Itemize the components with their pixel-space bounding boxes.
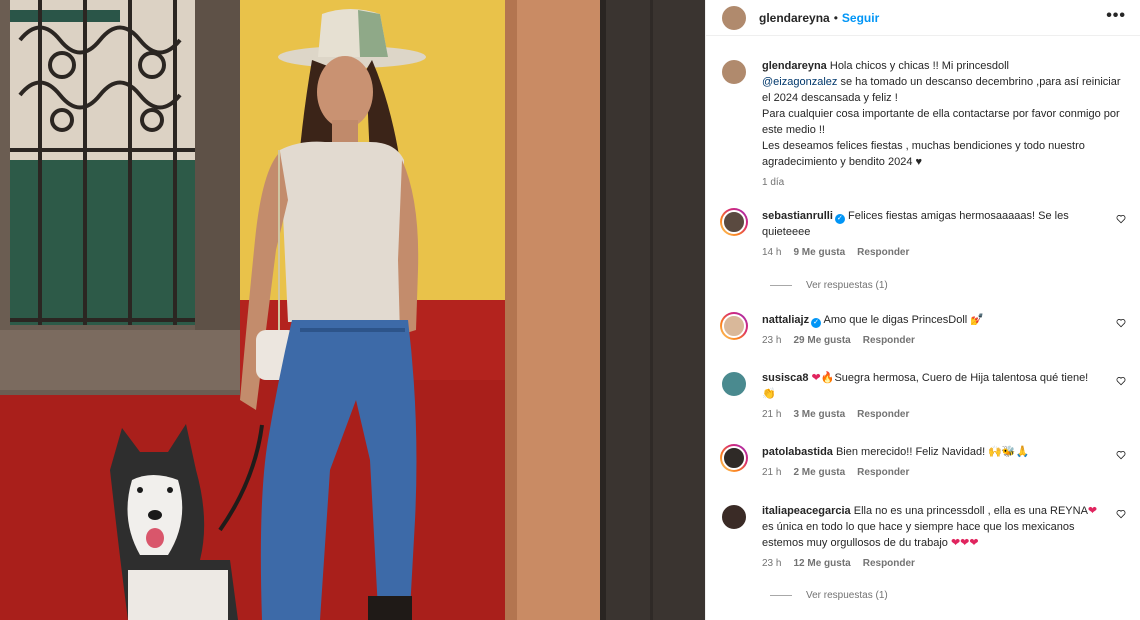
comment-time[interactable]: 23 h xyxy=(762,556,781,572)
caption: glendareyna Hola chicos y chicas !! Mi p… xyxy=(720,58,1126,191)
caption-time[interactable]: 1 día xyxy=(762,175,784,191)
reply-button[interactable]: Responder xyxy=(857,407,909,423)
comment-likes[interactable]: 2 Me gusta xyxy=(793,465,845,481)
reply-button[interactable]: Responder xyxy=(857,245,909,261)
comment-avatar[interactable] xyxy=(720,444,748,472)
comment-avatar[interactable] xyxy=(720,370,748,398)
caption-username[interactable]: glendareyna xyxy=(762,60,827,72)
author-avatar[interactable] xyxy=(720,3,748,32)
comment-time[interactable]: 21 h xyxy=(762,465,781,481)
view-replies-button[interactable]: Ver respuestas (1) xyxy=(770,280,888,291)
comment-avatar[interactable] xyxy=(720,208,748,236)
post-image xyxy=(0,0,705,620)
comment-username[interactable]: susisca8 xyxy=(762,372,808,384)
comment-time[interactable]: 23 h xyxy=(762,333,781,349)
author-username[interactable]: glendareyna xyxy=(759,11,830,25)
comment-username[interactable]: nattaliajz xyxy=(762,314,809,326)
comment-username[interactable]: sebastianrulli xyxy=(762,210,833,222)
comment-item: susisca8 ❤🔥Suegra hermosa, Cuero de Hija… xyxy=(720,370,1126,423)
view-replies-label: Ver respuestas (1) xyxy=(806,280,888,291)
comment-time[interactable]: 21 h xyxy=(762,407,781,423)
comment-text: Bien merecido!! Feliz Navidad! xyxy=(835,446,986,458)
comment-text-b: es única en todo lo que hace y siempre h… xyxy=(762,521,1075,549)
comments-panel: glendareyna • Seguir ••• glendareyna Hol… xyxy=(705,0,1140,620)
comment-item: italiapeacegarcia Ella no es una princes… xyxy=(720,503,1126,572)
caption-mention[interactable]: @eizagonzalez xyxy=(762,76,837,88)
heart-outline-icon[interactable] xyxy=(1116,318,1126,328)
reply-button[interactable]: Responder xyxy=(857,465,909,481)
heart-outline-icon[interactable] xyxy=(1116,509,1126,519)
heart-outline-icon[interactable] xyxy=(1116,450,1126,460)
heart-outline-icon[interactable] xyxy=(1116,214,1126,224)
reply-button[interactable]: Responder xyxy=(863,556,915,572)
comment-avatar[interactable] xyxy=(720,312,748,340)
comment-avatar[interactable] xyxy=(720,503,748,531)
view-replies-label: Ver respuestas (1) xyxy=(806,590,888,601)
comment-likes[interactable]: 3 Me gusta xyxy=(793,407,845,423)
comment-item: nattaliajz ✓ Amo que le digas PrincesDoll… xyxy=(720,312,1126,349)
caption-text-3: Para cualquier cosa importante de ella c… xyxy=(762,108,1120,136)
caption-text-1: Hola chicos y chicas !! Mi princesdoll xyxy=(829,60,1009,72)
nail-polish-emoji: 💅 xyxy=(970,313,984,326)
replies-line xyxy=(770,285,792,286)
separator-dot: • xyxy=(833,10,838,25)
clap-emoji: 👏 xyxy=(762,387,776,400)
heart-fire-emoji: ❤🔥 xyxy=(811,371,835,384)
comment-username[interactable]: patolabastida xyxy=(762,446,833,458)
celebration-emoji: 🙌🐝🙏 xyxy=(988,445,1030,458)
verified-badge-icon: ✓ xyxy=(834,214,845,224)
comment-item: patolabastida Bien merecido!! Feliz Navi… xyxy=(720,444,1126,481)
follow-button[interactable]: Seguir xyxy=(842,11,879,25)
comment-username[interactable]: italiapeacegarcia xyxy=(762,505,851,517)
comment-likes[interactable]: 9 Me gusta xyxy=(793,245,845,261)
heart-outline-icon[interactable] xyxy=(1116,376,1126,386)
verified-badge-icon: ✓ xyxy=(811,318,822,328)
caption-avatar[interactable] xyxy=(720,58,748,86)
comment-likes[interactable]: 29 Me gusta xyxy=(793,333,850,349)
red-heart-emoji: ❤ xyxy=(1087,504,1098,517)
reply-button[interactable]: Responder xyxy=(863,333,915,349)
red-hearts-emoji: ❤❤❤ xyxy=(950,536,979,549)
comment-likes[interactable]: 12 Me gusta xyxy=(793,556,850,572)
post-header: glendareyna • Seguir ••• xyxy=(706,0,1140,36)
comment-text: Amo que le digas PrincesDoll xyxy=(823,314,968,326)
comment-text: Suegra hermosa, Cuero de Hija talentosa … xyxy=(834,372,1089,384)
replies-line xyxy=(770,595,792,596)
more-options-icon[interactable]: ••• xyxy=(1106,8,1126,24)
comment-item: sebastianrulli ✓ Felices fiestas amigas h… xyxy=(720,208,1126,261)
comment-text-a: Ella no es una princessdoll , ella es un… xyxy=(853,505,1088,517)
caption-text-4: Les deseamos felices fiestas , muchas be… xyxy=(762,140,1085,168)
comment-time[interactable]: 14 h xyxy=(762,245,781,261)
view-replies-button[interactable]: Ver respuestas (1) xyxy=(770,590,888,601)
post-photo[interactable] xyxy=(0,0,705,620)
